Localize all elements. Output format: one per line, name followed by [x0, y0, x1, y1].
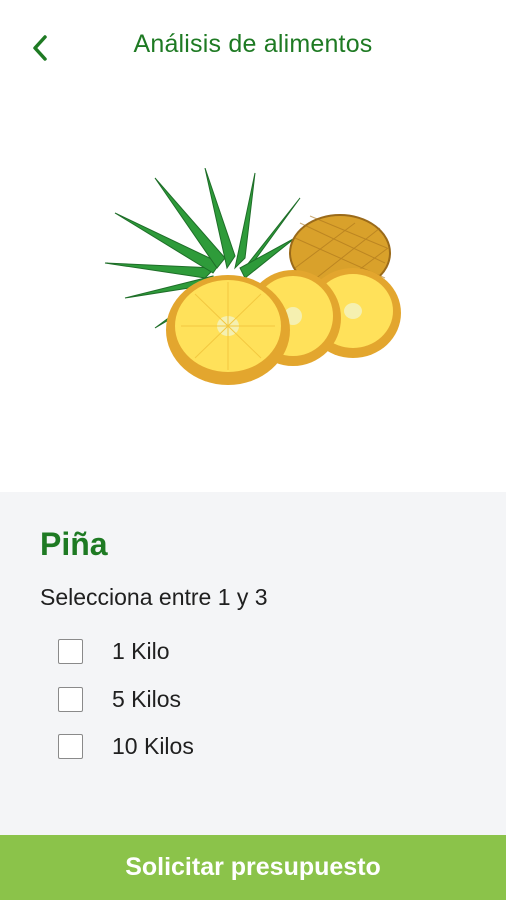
option-label: 5 Kilos — [112, 686, 182, 712]
checkbox[interactable] — [58, 734, 83, 759]
request-quote-label: Solicitar presupuesto — [125, 853, 381, 881]
product-panel: Piña Selecciona entre 1 y 3 1 Kilo 5 Kil… — [0, 492, 506, 835]
pineapple-illustration — [104, 168, 401, 385]
checkbox[interactable] — [58, 687, 83, 712]
option-1-kilo[interactable]: 1 Kilo — [58, 637, 318, 667]
product-name: Piña — [40, 526, 108, 562]
page-title: Análisis de alimentos — [133, 30, 373, 58]
selection-instruction: Selecciona entre 1 y 3 — [40, 584, 268, 610]
option-label: 10 Kilos — [112, 733, 194, 759]
checkbox[interactable] — [58, 639, 83, 664]
option-10-kilos[interactable]: 10 Kilos — [58, 732, 318, 762]
request-quote-button[interactable]: Solicitar presupuesto — [0, 835, 506, 900]
product-image — [0, 92, 506, 492]
option-label: 1 Kilo — [112, 638, 170, 664]
option-5-kilos[interactable]: 5 Kilos — [58, 685, 318, 715]
app-header: Análisis de alimentos — [0, 0, 506, 92]
